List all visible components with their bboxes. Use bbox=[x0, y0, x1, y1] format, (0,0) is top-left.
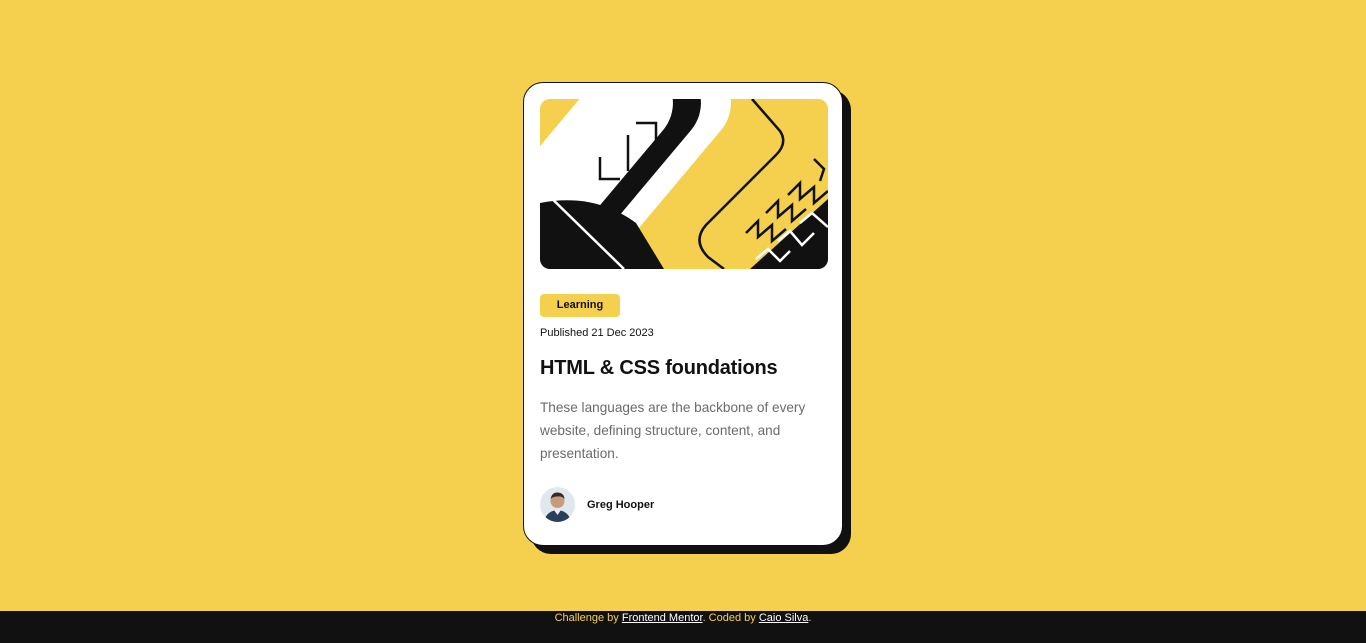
attribution-footer: Challenge by Frontend Mentor. Coded by C… bbox=[0, 611, 1366, 643]
attribution-middle: . Coded by bbox=[702, 612, 759, 624]
published-date: Published 21 Dec 2023 bbox=[540, 327, 654, 339]
card-description: These languages are the backbone of ever… bbox=[540, 400, 806, 461]
author-name: Greg Hooper bbox=[587, 498, 655, 511]
attribution-suffix: . bbox=[808, 612, 812, 624]
author-avatar bbox=[540, 487, 575, 522]
coder-link[interactable]: Caio Silva bbox=[759, 612, 809, 624]
frontend-mentor-link[interactable]: Frontend Mentor bbox=[622, 612, 703, 624]
category-tag: Learning bbox=[540, 294, 620, 317]
blog-preview-card: Learning Published 21 Dec 2023 HTML & CS… bbox=[523, 82, 843, 546]
card-title-link[interactable]: HTML & CSS foundations bbox=[540, 357, 778, 379]
hero-illustration bbox=[540, 99, 828, 269]
author: Greg Hooper bbox=[540, 487, 826, 522]
attribution-prefix: Challenge by bbox=[554, 612, 622, 624]
card-title: HTML & CSS foundations bbox=[540, 357, 826, 380]
